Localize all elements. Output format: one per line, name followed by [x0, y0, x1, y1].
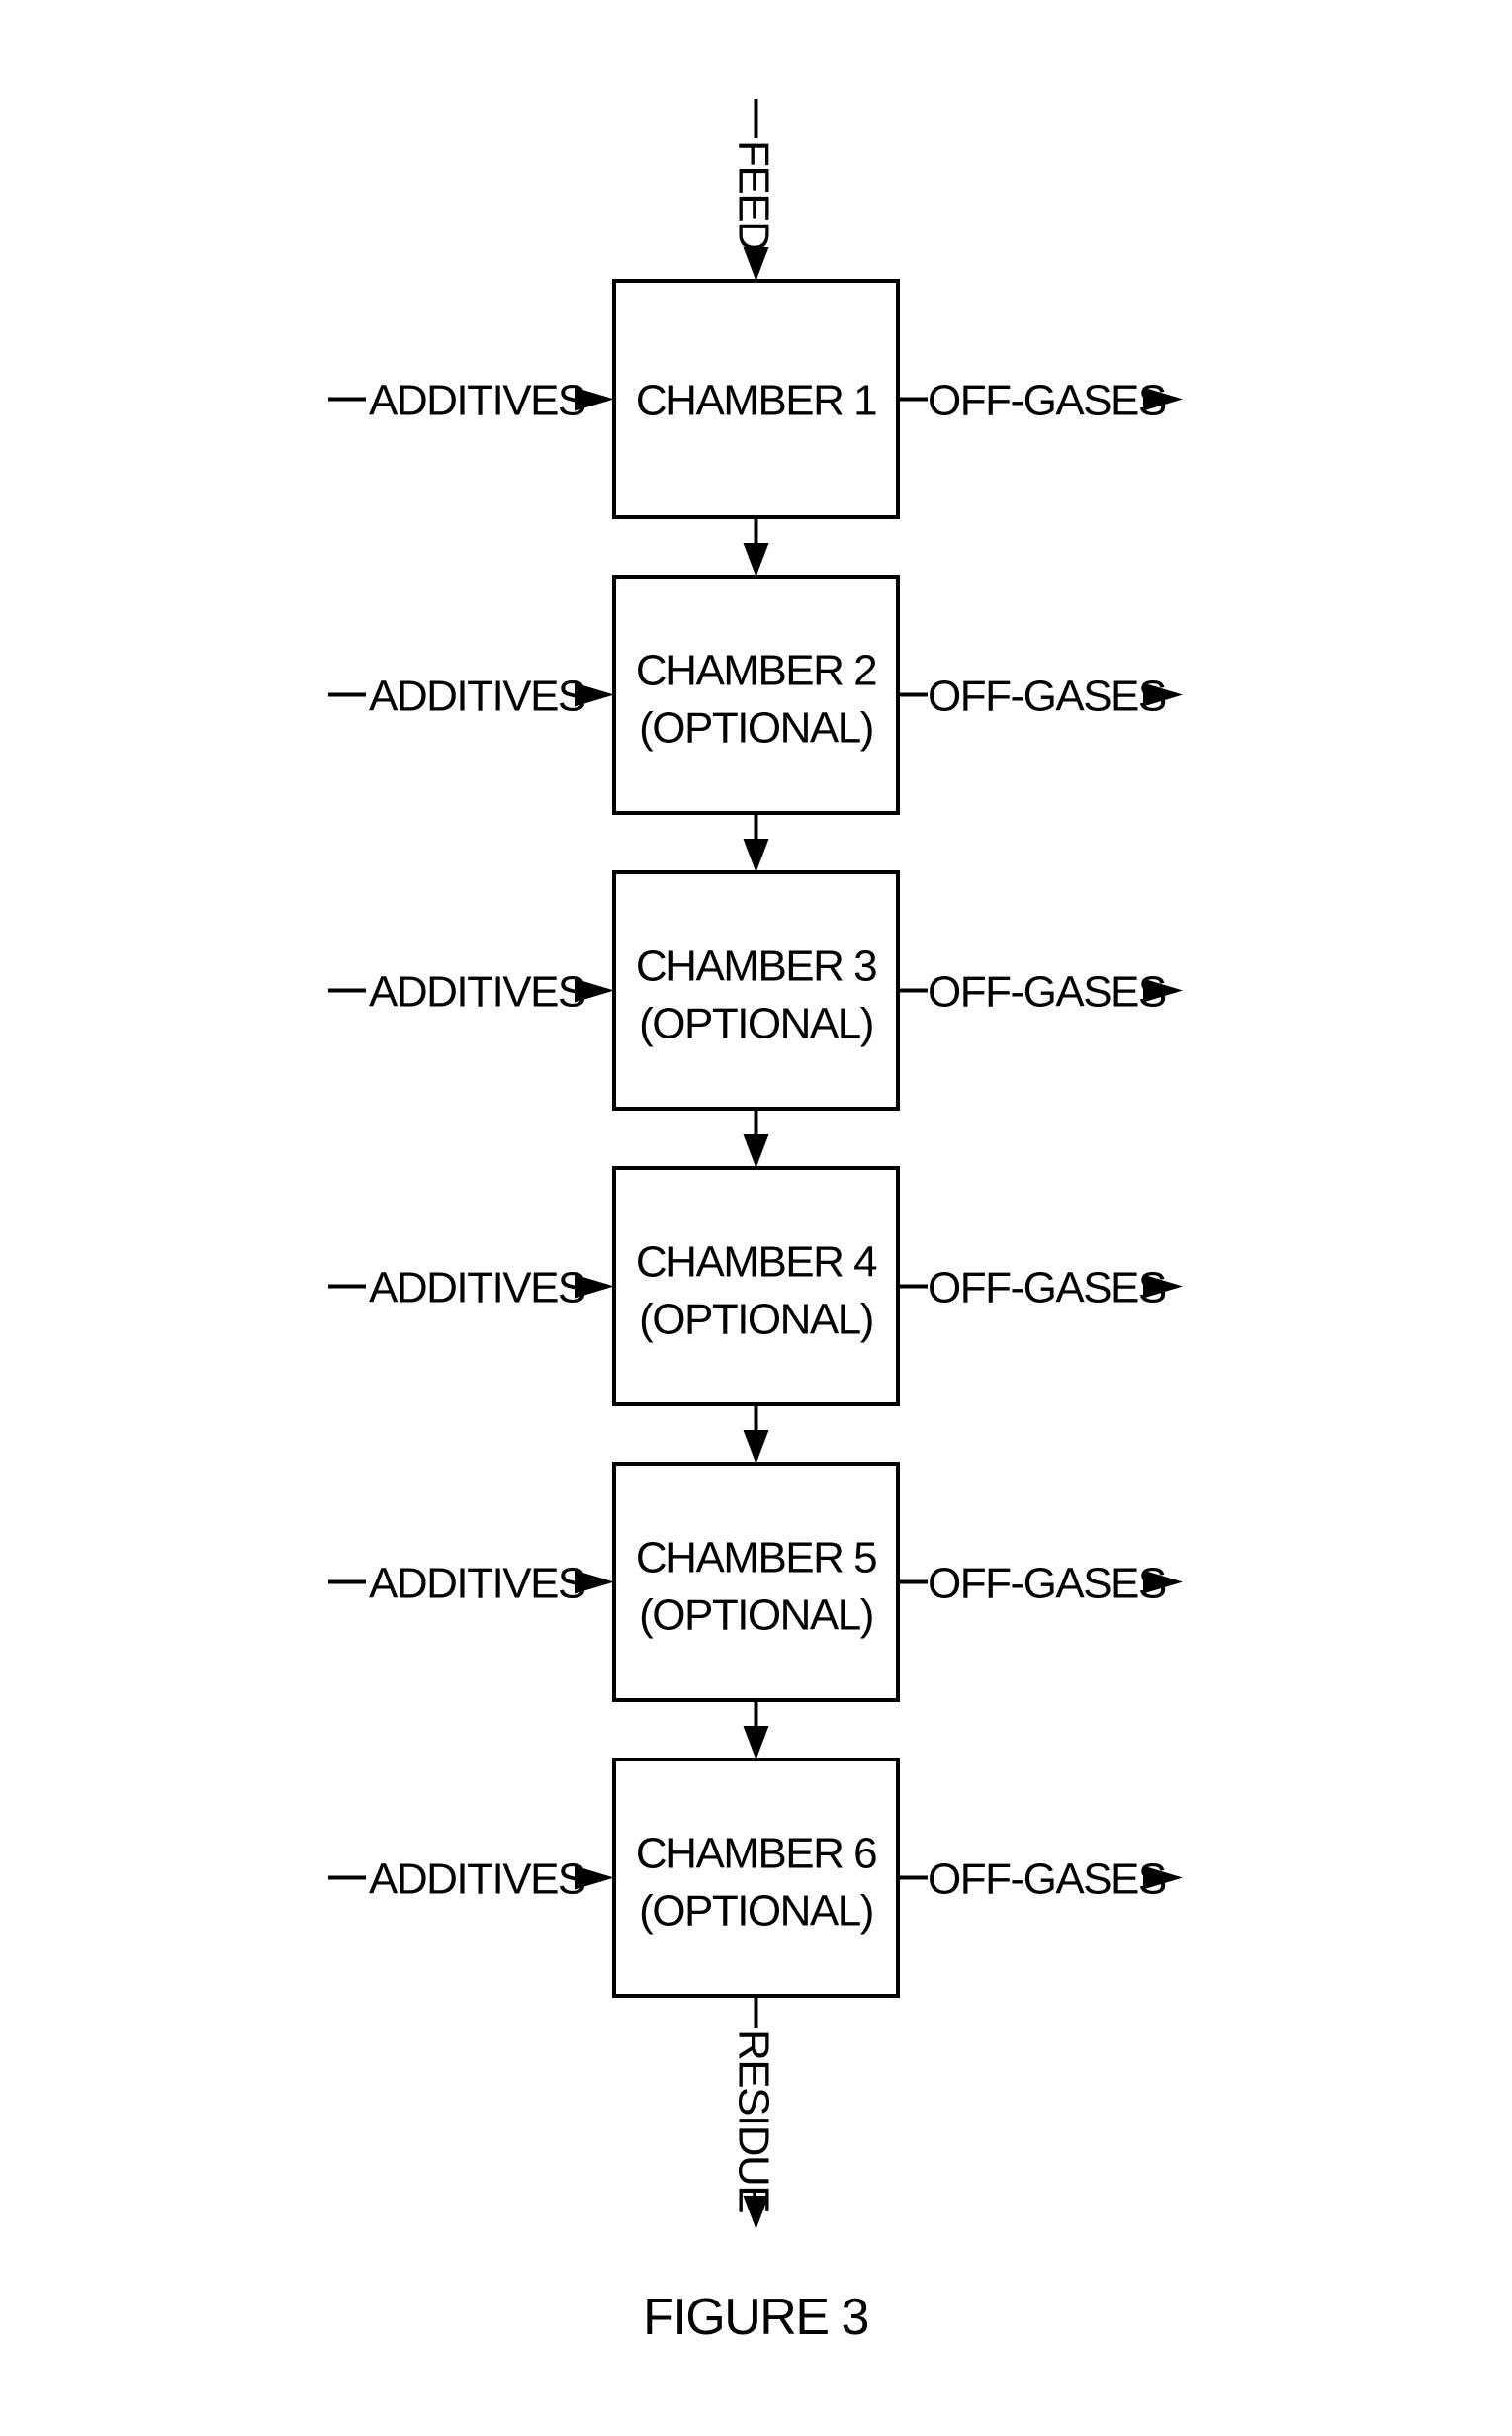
- chamber-box-4: [612, 1166, 900, 1406]
- additives-label: ADDITIVES: [369, 1560, 585, 1608]
- connector-arrow-icon: [743, 1726, 769, 1759]
- chamber-subtitle: (OPTIONAL): [639, 1887, 873, 1936]
- figure-caption: FIGURE 3: [643, 2289, 868, 2346]
- chamber-box-2: [612, 575, 900, 815]
- additives-label: ADDITIVES: [369, 673, 585, 721]
- additives-arrow-icon: [575, 1865, 614, 1890]
- additives-arrow-icon: [575, 1570, 614, 1594]
- chamber-subtitle: (OPTIONAL): [639, 1296, 873, 1344]
- additives-label: ADDITIVES: [369, 377, 585, 425]
- additives-label: ADDITIVES: [369, 1855, 585, 1904]
- connector-arrow-icon: [743, 839, 769, 872]
- chamber-title: CHAMBER 6: [636, 1830, 876, 1878]
- additives-arrow-icon: [575, 978, 614, 1003]
- chamber-title: CHAMBER 2: [636, 647, 876, 695]
- process-flow-diagram: FEED CHAMBER 1 ADDITIVES OFF-GASES CHAMBER 2…: [328, 99, 1183, 2346]
- chamber-box-5: [612, 1462, 900, 1702]
- connector-arrow-icon: [743, 1430, 769, 1464]
- off-gases-label: OFF-GASES: [928, 1855, 1166, 1904]
- feed-arrow-icon: [743, 247, 769, 281]
- chamber-box-3: [612, 870, 900, 1111]
- connector-arrow-icon: [743, 543, 769, 577]
- off-gases-label: OFF-GASES: [928, 1560, 1166, 1608]
- chamber-subtitle: (OPTIONAL): [639, 704, 873, 753]
- additives-arrow-icon: [575, 682, 614, 707]
- off-gases-label: OFF-GASES: [928, 968, 1166, 1017]
- chamber-subtitle: (OPTIONAL): [639, 1591, 873, 1640]
- chamber-box-6: [612, 1758, 900, 1998]
- off-gases-label: OFF-GASES: [928, 673, 1166, 721]
- additives-label: ADDITIVES: [369, 968, 585, 1017]
- chamber-title: CHAMBER 3: [636, 943, 876, 991]
- feed-label: FEED: [730, 140, 778, 250]
- connector-arrow-icon: [743, 1134, 769, 1168]
- off-gases-label: OFF-GASES: [928, 1264, 1166, 1312]
- additives-arrow-icon: [575, 387, 614, 411]
- chamber-subtitle: (OPTIONAL): [639, 1000, 873, 1048]
- chamber-title: CHAMBER 4: [636, 1238, 877, 1287]
- additives-arrow-icon: [575, 1274, 614, 1299]
- residue-label: RESIDUE: [730, 2030, 778, 2212]
- chamber-title: CHAMBER 1: [636, 377, 876, 425]
- additives-label: ADDITIVES: [369, 1264, 585, 1312]
- off-gases-label: OFF-GASES: [928, 377, 1166, 425]
- chamber-title: CHAMBER 5: [636, 1534, 876, 1582]
